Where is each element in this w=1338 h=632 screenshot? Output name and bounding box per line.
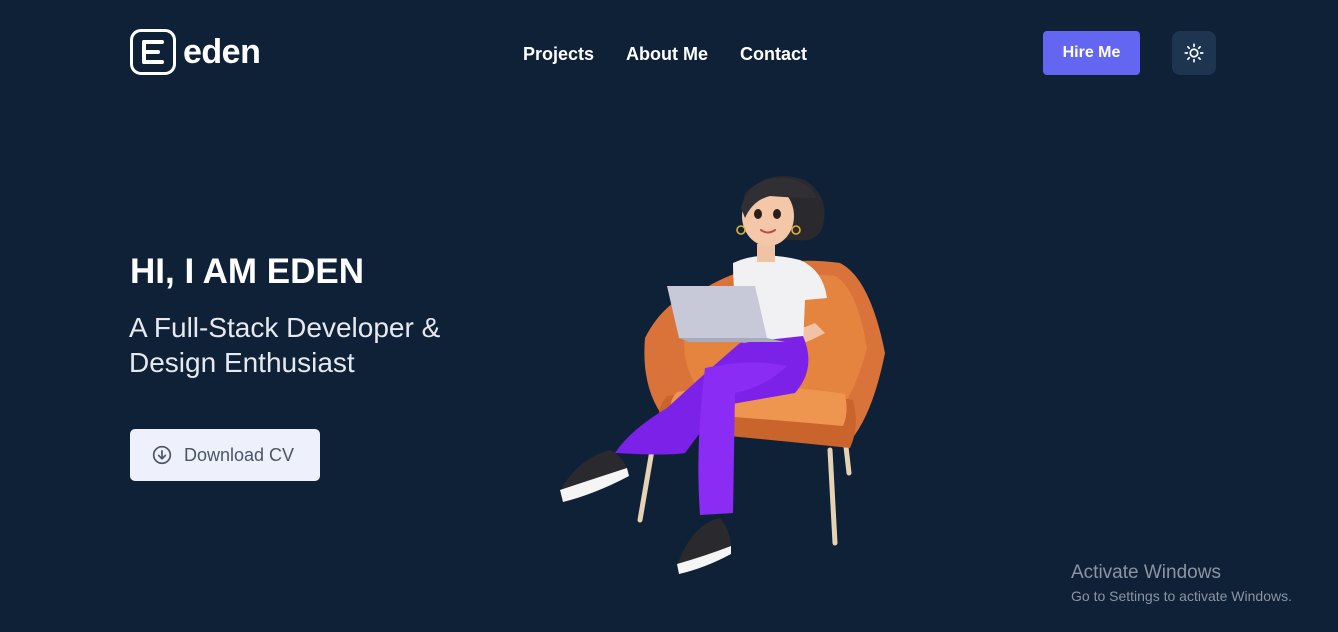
hire-me-button[interactable]: Hire Me bbox=[1043, 31, 1140, 75]
theme-toggle-button[interactable] bbox=[1172, 31, 1216, 75]
hero-subtitle: A Full-Stack Developer & Design Enthusia… bbox=[129, 312, 441, 378]
main-nav: Projects About Me Contact bbox=[523, 44, 807, 65]
developer-illustration bbox=[560, 176, 885, 574]
logo-mark-icon bbox=[130, 29, 176, 75]
download-cv-button[interactable]: Download CV bbox=[130, 429, 320, 481]
nav-item-projects[interactable]: Projects bbox=[523, 44, 594, 65]
nav-item-about-me[interactable]: About Me bbox=[626, 44, 708, 65]
brand-name: eden bbox=[183, 33, 261, 71]
download-cv-label: Download CV bbox=[184, 444, 295, 465]
sun-icon bbox=[1184, 43, 1204, 63]
windows-activation-watermark: Activate Windows Go to Settings to activ… bbox=[1071, 562, 1292, 604]
nav-item-contact[interactable]: Contact bbox=[740, 44, 807, 65]
watermark-subtitle: Go to Settings to activate Windows. bbox=[1071, 588, 1292, 604]
watermark-title: Activate Windows bbox=[1071, 562, 1221, 583]
download-circle-icon bbox=[152, 445, 172, 465]
brand-logo[interactable]: eden bbox=[130, 29, 261, 75]
hero-title: HI, I AM EDEN bbox=[130, 252, 364, 291]
